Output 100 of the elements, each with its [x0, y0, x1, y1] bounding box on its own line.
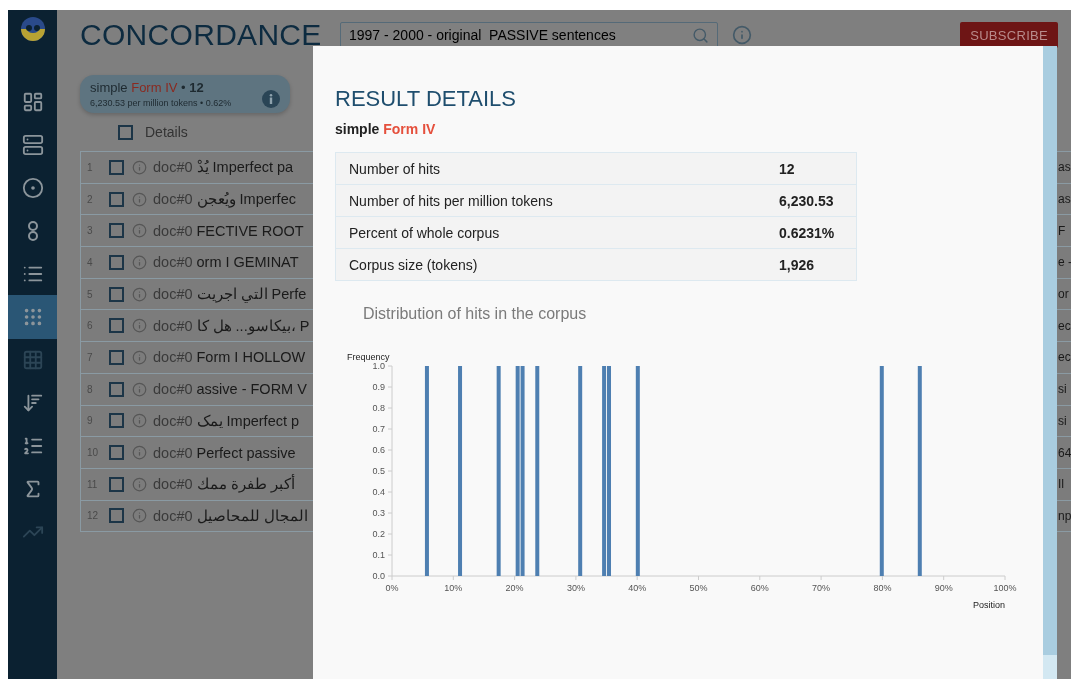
- numbered-list-icon: [21, 435, 44, 457]
- concordance-snippet: FECTIVE ROOT: [196, 222, 304, 239]
- doc-id: doc#0: [153, 317, 193, 334]
- row-checkbox[interactable]: [109, 254, 124, 270]
- y-tick-label: 0.5: [372, 466, 385, 476]
- stat-label: Number of hits per million tokens: [348, 192, 554, 209]
- row-checkbox[interactable]: [109, 191, 124, 207]
- row-checkbox[interactable]: [109, 349, 124, 365]
- sidebar-item[interactable]: [8, 295, 57, 339]
- doc-id: doc#0: [153, 159, 193, 176]
- concordance-snippet: التي اجريت Perfe: [196, 286, 307, 303]
- concordance-snippet: أكبر طفرة ممك: [196, 476, 295, 493]
- row-checkbox[interactable]: [109, 286, 124, 302]
- doc-id: doc#0: [153, 412, 193, 429]
- grid-icon: [21, 349, 44, 371]
- dialog-title: RESULT DETAILS: [335, 86, 517, 112]
- concordance-snippet: 64: [1058, 445, 1071, 460]
- y-tick-label: 0.4: [372, 487, 385, 497]
- dialog-subtitle: simple Form IV: [335, 121, 437, 137]
- concordance-snippet: ec: [1058, 350, 1071, 365]
- doc-id: doc#0: [153, 222, 193, 239]
- concordance-snippet: si: [1058, 382, 1068, 397]
- subscribe-button[interactable]: SUBSCRIBE: [960, 22, 1058, 48]
- concordance-snippet: assive - FORM V: [196, 381, 307, 398]
- info-icon[interactable]: [132, 191, 147, 207]
- row-checkbox[interactable]: [109, 476, 124, 492]
- row-checkbox[interactable]: [109, 318, 124, 334]
- row-checkbox[interactable]: [109, 381, 124, 397]
- doc-id: doc#0: [153, 507, 193, 524]
- row-checkbox[interactable]: [109, 159, 124, 175]
- select-all-checkbox[interactable]: [118, 124, 133, 140]
- stat-label: Number of hits: [348, 160, 442, 177]
- info-icon[interactable]: [132, 286, 147, 302]
- doc-id: doc#0: [153, 444, 193, 461]
- x-tick-label: 40%: [628, 583, 647, 593]
- info-icon[interactable]: [132, 318, 147, 334]
- query-badge[interactable]: simple Form IV • 12 6,230.53 per million tokens • 0.62%: [80, 75, 290, 113]
- y-axis-label: Frequency: [347, 352, 390, 362]
- column-header: Details: [145, 124, 188, 140]
- info-icon[interactable]: [262, 90, 280, 108]
- concordance-snippet: Form I HOLLOW: [196, 349, 306, 366]
- search-icon[interactable]: [692, 26, 709, 44]
- info-icon[interactable]: [132, 476, 147, 492]
- y-tick-label: 0.0: [372, 571, 385, 581]
- query-stats: 6,230.53 per million tokens • 0.62%: [90, 98, 233, 108]
- two-circles-icon: [26, 220, 39, 242]
- concordance-snippet: or: [1058, 287, 1070, 302]
- info-icon[interactable]: [132, 413, 147, 429]
- info-icon[interactable]: [132, 508, 147, 524]
- concordance-snippet: si: [1058, 413, 1068, 428]
- info-icon[interactable]: [132, 159, 147, 175]
- info-icon[interactable]: [132, 223, 147, 239]
- concordance-snippet: اا: [1058, 477, 1065, 492]
- info-icon[interactable]: [132, 254, 147, 270]
- app-title: CONCORDANCE: [80, 18, 323, 52]
- x-tick-label: 100%: [993, 583, 1017, 593]
- row-checkbox[interactable]: [109, 445, 124, 461]
- x-tick-label: 50%: [689, 583, 708, 593]
- doc-id: doc#0: [153, 191, 193, 208]
- doc-id: doc#0: [153, 254, 193, 271]
- y-tick-label: 1.0: [372, 361, 385, 371]
- dashboard-icon: [21, 91, 44, 113]
- x-axis-label: Position: [972, 600, 1005, 610]
- concordance-snippet: e -: [1058, 255, 1071, 270]
- info-icon[interactable]: [132, 445, 147, 461]
- concordance-snippet: orm I GEMINAT: [196, 254, 299, 271]
- row-checkbox[interactable]: [109, 223, 124, 239]
- row-checkbox[interactable]: [109, 508, 124, 524]
- search-field[interactable]: 1997 - 2000 - original PASSIVE sentences: [340, 22, 718, 48]
- doc-id: doc#0: [153, 349, 193, 366]
- info-icon[interactable]: [132, 381, 147, 397]
- x-tick-label: 10%: [444, 583, 463, 593]
- stat-label: Percent of whole corpus: [348, 224, 501, 241]
- concordance-snippet: يُدْ Imperfect pa: [196, 159, 294, 176]
- y-tick-label: 0.2: [372, 529, 385, 539]
- info-icon[interactable]: [732, 25, 752, 45]
- concordance-snippet: Perfect passive: [196, 444, 296, 461]
- query-title: simple Form IV • 12: [90, 80, 205, 95]
- chart-title: Distribution of hits in the corpus: [363, 305, 588, 323]
- stat-label: Corpus size (tokens): [348, 256, 479, 273]
- y-tick-label: 0.3: [372, 508, 385, 518]
- x-tick-label: 60%: [750, 583, 769, 593]
- target-icon: [21, 177, 44, 199]
- stat-value: 12: [779, 160, 795, 177]
- concordance-snippet: ويُعجن Imperfec: [196, 191, 296, 208]
- y-tick-label: 0.6: [372, 445, 385, 455]
- stat-value: 1,926: [779, 256, 815, 273]
- y-tick-label: 0.8: [372, 403, 385, 413]
- y-tick-label: 0.9: [372, 382, 385, 392]
- doc-id: doc#0: [153, 381, 193, 398]
- x-tick-label: 0%: [385, 583, 399, 593]
- concordance-snippet: المجال للمحاصيل: [196, 507, 308, 524]
- x-tick-label: 20%: [505, 583, 524, 593]
- info-icon[interactable]: [132, 349, 147, 365]
- row-checkbox[interactable]: [109, 413, 124, 429]
- concordance-snippet: يمک Imperfect p: [196, 412, 300, 429]
- doc-id: doc#0: [153, 476, 193, 493]
- sort-list-icon: [21, 392, 44, 414]
- x-tick-label: 90%: [934, 583, 953, 593]
- scrollbar[interactable]: [1043, 46, 1057, 679]
